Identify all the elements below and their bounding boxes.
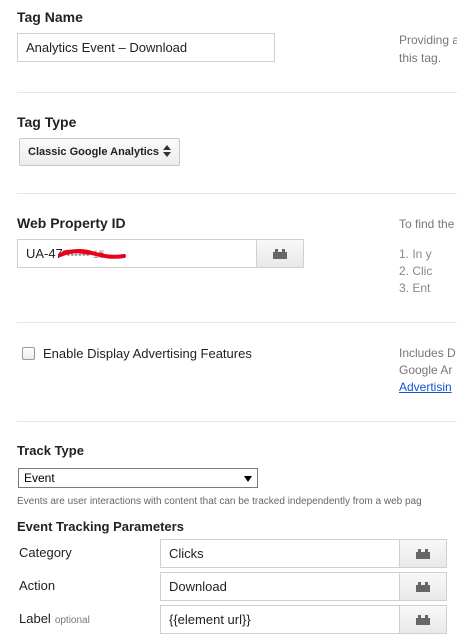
web-property-help-title: To find the [399,217,455,231]
action-input[interactable]: Download [160,572,400,601]
display-ads-checkbox[interactable] [22,347,35,360]
section-divider [17,193,457,194]
display-ads-help-line1: Includes D [399,346,456,360]
display-ads-help-link[interactable]: Advertisin [399,380,452,395]
web-property-input[interactable]: UA-47 •••••• 15 [17,239,257,268]
section-divider [17,322,457,323]
web-property-label: Web Property ID [17,215,126,231]
web-property-help-step: 1. In y [399,247,432,261]
section-divider [17,421,457,422]
redaction-scribble [58,248,126,259]
web-property-macro-button[interactable] [256,239,304,268]
web-property-help-step: 2. Clic [399,264,433,278]
tag-type-select[interactable]: Classic Google Analytics [19,138,180,166]
macro-brick-icon [416,614,430,625]
action-macro-button[interactable] [399,572,447,601]
caret-down-icon [244,471,252,485]
event-params-title: Event Tracking Parameters [17,519,184,534]
tag-type-value: Classic Google Analytics [28,146,160,158]
category-label: Category [19,545,72,560]
action-label: Action [19,578,56,593]
tag-name-input[interactable]: Analytics Event – Download [17,33,275,62]
category-input[interactable]: Clicks [160,539,400,568]
optional-tag: optional [54,615,90,626]
macro-brick-icon [273,248,287,259]
category-macro-button[interactable] [399,539,447,568]
track-type-select[interactable]: Event [18,468,258,488]
tag-name-help-line2: this tag. [399,51,442,65]
web-property-help-step: 3. Ent [399,281,431,295]
label-label: Label optional [19,611,90,626]
section-divider [17,92,457,93]
tag-name-help-line1: Providing a [399,33,457,47]
macro-brick-icon [416,581,430,592]
track-type-label: Track Type [17,443,84,458]
track-type-help: Events are user interactions with conten… [17,496,422,507]
label-macro-button[interactable] [399,605,447,634]
display-ads-help-line2: Google Ar [399,363,453,377]
tag-name-label: Tag Name [17,9,83,25]
display-ads-label: Enable Display Advertising Features [43,346,252,361]
tag-type-label: Tag Type [17,114,77,130]
macro-brick-icon [416,548,430,559]
track-type-value: Event [24,471,55,485]
label-input[interactable]: {{element url}} [160,605,400,634]
up-down-arrows-icon [163,144,171,160]
